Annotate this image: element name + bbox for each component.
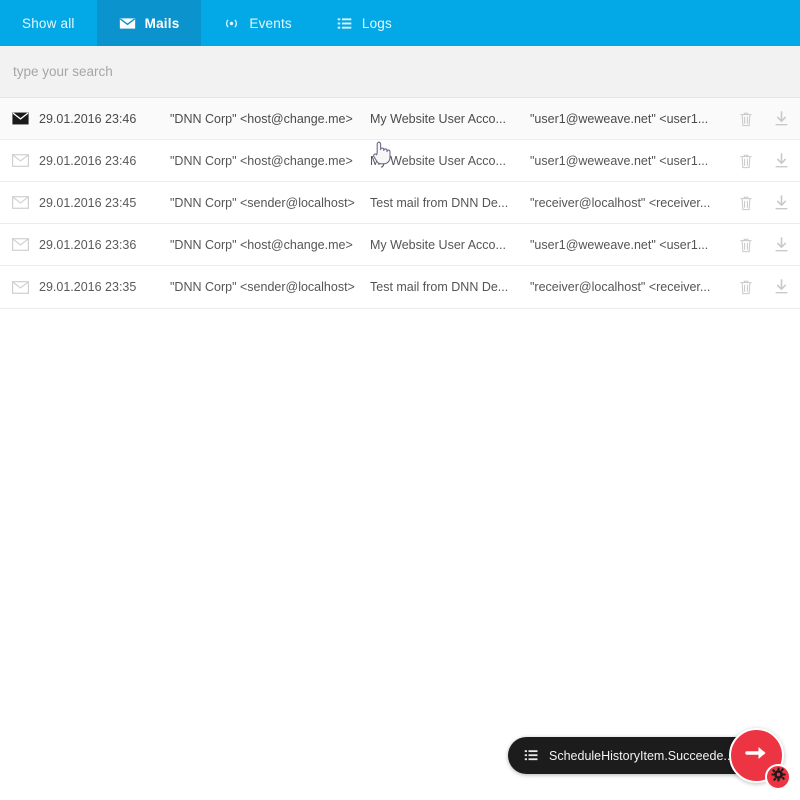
tab-mails[interactable]: Mails	[96, 0, 202, 46]
mail-subject: Test mail from DNN De...	[370, 195, 509, 210]
envelope-outline-icon[interactable]	[0, 196, 39, 209]
arrow-right-icon	[744, 743, 770, 768]
mail-from: "DNN Corp" <sender@localhost>	[170, 280, 355, 294]
trash-icon[interactable]	[730, 279, 762, 295]
status-toast[interactable]: ScheduleHistoryItem.Succeede...	[508, 737, 762, 774]
trash-icon[interactable]	[730, 237, 762, 253]
table-row[interactable]: 29.01.2016 23:45 "DNN Corp" <sender@loca…	[0, 182, 800, 224]
download-icon[interactable]	[762, 236, 800, 253]
mail-date: 29.01.2016 23:36	[39, 237, 137, 252]
mail-to: "user1@weweave.net" <user1...	[530, 111, 709, 126]
download-icon[interactable]	[762, 110, 800, 127]
mail-date: 29.01.2016 23:46	[39, 153, 137, 168]
download-icon[interactable]	[762, 152, 800, 169]
mail-date: 29.01.2016 23:35	[39, 280, 137, 294]
mail-list: 29.01.2016 23:46 "DNN Corp" <host@change…	[0, 98, 800, 309]
mail-to: "receiver@localhost" <receiver...	[530, 195, 711, 210]
mail-date: 29.01.2016 23:46	[39, 111, 137, 126]
mail-subject: My Website User Acco...	[370, 237, 506, 252]
envelope-outline-icon[interactable]	[0, 238, 39, 251]
tab-show-all-label: Show all	[22, 15, 75, 31]
mail-subject: My Website User Acco...	[370, 153, 506, 168]
search-input[interactable]	[0, 64, 800, 79]
download-icon[interactable]	[762, 279, 800, 295]
mail-to: "receiver@localhost" <receiver...	[530, 280, 711, 294]
status-toast-message: ScheduleHistoryItem.Succeede...	[549, 748, 734, 763]
trash-icon[interactable]	[730, 111, 762, 127]
tab-mails-label: Mails	[144, 15, 180, 31]
mail-from: "DNN Corp" <host@change.me>	[170, 153, 353, 168]
table-row[interactable]: 29.01.2016 23:35 "DNN Corp" <sender@loca…	[0, 266, 800, 308]
mail-subject: My Website User Acco...	[370, 111, 506, 126]
tab-show-all[interactable]: Show all	[0, 0, 97, 46]
mail-from: "DNN Corp" <host@change.me>	[170, 237, 353, 252]
trash-icon[interactable]	[730, 153, 762, 169]
envelope-filled-icon[interactable]	[0, 112, 39, 125]
tab-logs-label: Logs	[361, 15, 392, 31]
mail-subject: Test mail from DNN De...	[370, 280, 509, 294]
mail-from: "DNN Corp" <sender@localhost>	[170, 195, 355, 210]
mail-from: "DNN Corp" <host@change.me>	[170, 111, 353, 126]
tab-events[interactable]: Events	[201, 0, 313, 46]
tab-logs[interactable]: Logs	[314, 0, 414, 46]
envelope-icon	[119, 15, 136, 32]
table-row[interactable]: 29.01.2016 23:46 "DNN Corp" <host@change…	[0, 98, 800, 140]
table-row[interactable]: 29.01.2016 23:46 "DNN Corp" <host@change…	[0, 140, 800, 182]
download-icon[interactable]	[762, 194, 800, 211]
tab-events-label: Events	[249, 15, 292, 31]
list-icon	[336, 15, 353, 32]
table-row[interactable]: 29.01.2016 23:36 "DNN Corp" <host@change…	[0, 224, 800, 266]
mail-date: 29.01.2016 23:45	[39, 195, 137, 210]
list-icon	[524, 748, 539, 763]
gear-icon	[770, 767, 786, 787]
search-bar	[0, 46, 800, 98]
settings-button[interactable]	[765, 764, 791, 790]
mail-to: "user1@weweave.net" <user1...	[530, 237, 709, 252]
trash-icon[interactable]	[730, 195, 762, 211]
tab-bar: Show all Mails Events Logs	[0, 0, 800, 46]
envelope-outline-icon[interactable]	[0, 154, 39, 167]
mail-to: "user1@weweave.net" <user1...	[530, 153, 709, 168]
broadcast-icon	[223, 15, 240, 32]
envelope-outline-icon[interactable]	[0, 280, 39, 294]
